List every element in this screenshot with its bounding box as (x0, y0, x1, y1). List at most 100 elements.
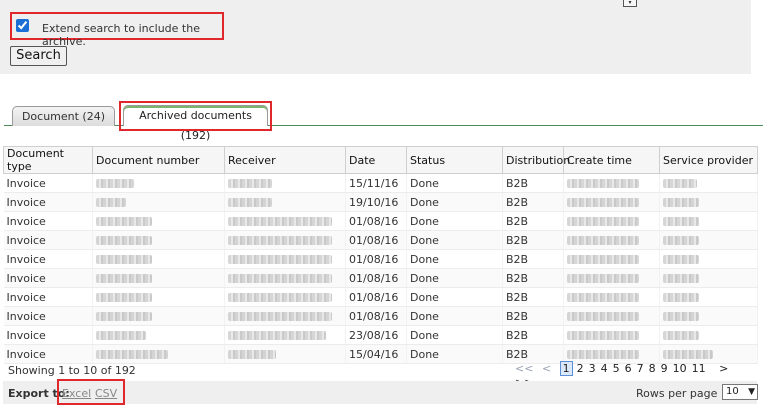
cell-date: 23/08/16 (345, 325, 407, 345)
cell-receiver (224, 268, 346, 288)
column-header[interactable]: Date (345, 146, 407, 174)
page-link[interactable]: 5 (613, 362, 620, 375)
redacted-value (96, 236, 152, 245)
cell-document-type: Invoice (3, 249, 93, 269)
table-row[interactable]: Invoice 01/08/16 Done B2B (3, 249, 758, 269)
redacted-value (96, 274, 152, 283)
cell-document-number (92, 211, 225, 231)
redacted-value (228, 236, 332, 245)
cell-distribution: B2B (502, 325, 564, 345)
rows-per-page-select[interactable]: 10 ▼ (722, 384, 758, 400)
page-link[interactable]: 8 (649, 362, 656, 375)
cell-distribution: B2B (502, 173, 564, 193)
cell-status: Done (406, 192, 503, 212)
redacted-value (663, 312, 699, 321)
cell-distribution: B2B (502, 211, 564, 231)
search-button[interactable]: Search (10, 46, 67, 66)
cell-service-provider (659, 287, 758, 307)
cell-service-provider (659, 192, 758, 212)
column-header[interactable]: Create time (563, 146, 660, 174)
prev-page-link[interactable]: < (542, 362, 551, 375)
rows-per-page-label: Rows per page (636, 387, 718, 400)
column-header[interactable]: Document number (92, 146, 225, 174)
redacted-value (228, 198, 272, 207)
page-link[interactable]: 6 (625, 362, 632, 375)
column-header[interactable]: Status (406, 146, 503, 174)
cell-distribution: B2B (502, 306, 564, 326)
cell-document-number (92, 325, 225, 345)
redacted-value (228, 331, 326, 340)
redacted-value (663, 350, 713, 359)
page-link[interactable]: 10 (673, 362, 687, 375)
cell-create-time (563, 173, 660, 193)
cell-distribution: B2B (502, 249, 564, 269)
cell-service-provider (659, 249, 758, 269)
page-link[interactable]: 2 (577, 362, 584, 375)
redacted-value (567, 331, 639, 340)
redacted-value (567, 179, 639, 188)
cell-document-type: Invoice (3, 287, 93, 307)
cell-receiver (224, 249, 346, 269)
page-link[interactable]: 11 (692, 362, 706, 375)
cell-create-time (563, 306, 660, 326)
cell-document-number (92, 287, 225, 307)
redacted-value (228, 312, 332, 321)
table-row[interactable]: Invoice 01/08/16 Done B2B (3, 268, 758, 288)
page-link[interactable]: 4 (601, 362, 608, 375)
redacted-value (96, 331, 146, 340)
cell-date: 01/08/16 (345, 249, 407, 269)
redacted-value (663, 179, 697, 188)
table-row[interactable]: Invoice 23/08/16 Done B2B (3, 325, 758, 345)
archive-checkbox[interactable] (16, 19, 29, 32)
cell-distribution: B2B (502, 268, 564, 288)
cell-create-time (563, 287, 660, 307)
page-link[interactable]: 7 (637, 362, 644, 375)
cell-service-provider (659, 306, 758, 326)
table-row[interactable]: Invoice 19/10/16 Done B2B (3, 192, 758, 212)
table-row[interactable]: Invoice 01/08/16 Done B2B (3, 287, 758, 307)
cell-date: 15/11/16 (345, 173, 407, 193)
redacted-value (567, 255, 639, 264)
cell-create-time (563, 249, 660, 269)
redacted-value (228, 350, 276, 359)
first-page-link[interactable]: << (515, 362, 533, 375)
archive-checkbox-label[interactable]: Extend search to include the archive. (42, 22, 222, 48)
cell-service-provider (659, 325, 758, 345)
redacted-value (96, 293, 152, 302)
column-header[interactable]: Receiver (224, 146, 346, 174)
table-row[interactable]: Invoice 01/08/16 Done B2B (3, 211, 758, 231)
cell-document-number (92, 306, 225, 326)
cell-receiver (224, 306, 346, 326)
redacted-value (567, 312, 639, 321)
table-row[interactable]: Invoice 15/11/16 Done B2B (3, 173, 758, 193)
cell-status: Done (406, 211, 503, 231)
corner-toggle-icon[interactable]: ▾ (623, 0, 637, 7)
cell-status: Done (406, 306, 503, 326)
redacted-value (228, 179, 272, 188)
cell-date: 19/10/16 (345, 192, 407, 212)
cell-status: Done (406, 230, 503, 250)
column-header[interactable]: Service provider (659, 146, 758, 174)
redacted-value (663, 217, 699, 226)
cell-status: Done (406, 287, 503, 307)
column-header[interactable]: Distribution (502, 146, 570, 174)
page-link[interactable]: 1 (559, 361, 573, 376)
table-row[interactable]: Invoice 01/08/16 Done B2B (3, 230, 758, 250)
table-row[interactable]: Invoice 01/08/16 Done B2B (3, 306, 758, 326)
tab-archived-documents[interactable]: Archived documents (192) (123, 105, 268, 142)
cell-receiver (224, 192, 346, 212)
cell-receiver (224, 173, 346, 193)
rows-per-page-value: 10 (726, 386, 739, 397)
cell-create-time (563, 230, 660, 250)
cell-document-number (92, 268, 225, 288)
cell-date: 01/08/16 (345, 268, 407, 288)
page-link[interactable]: 9 (661, 362, 668, 375)
redacted-value (567, 350, 639, 359)
next-page-link[interactable]: > (719, 362, 728, 375)
redacted-value (663, 293, 699, 302)
tab-documents[interactable]: Document (24) (12, 106, 115, 126)
redacted-value (96, 198, 126, 207)
archive-option-highlight: Extend search to include the archive. (10, 12, 224, 48)
page-link[interactable]: 3 (589, 362, 596, 375)
column-header[interactable]: Document type (3, 146, 93, 174)
